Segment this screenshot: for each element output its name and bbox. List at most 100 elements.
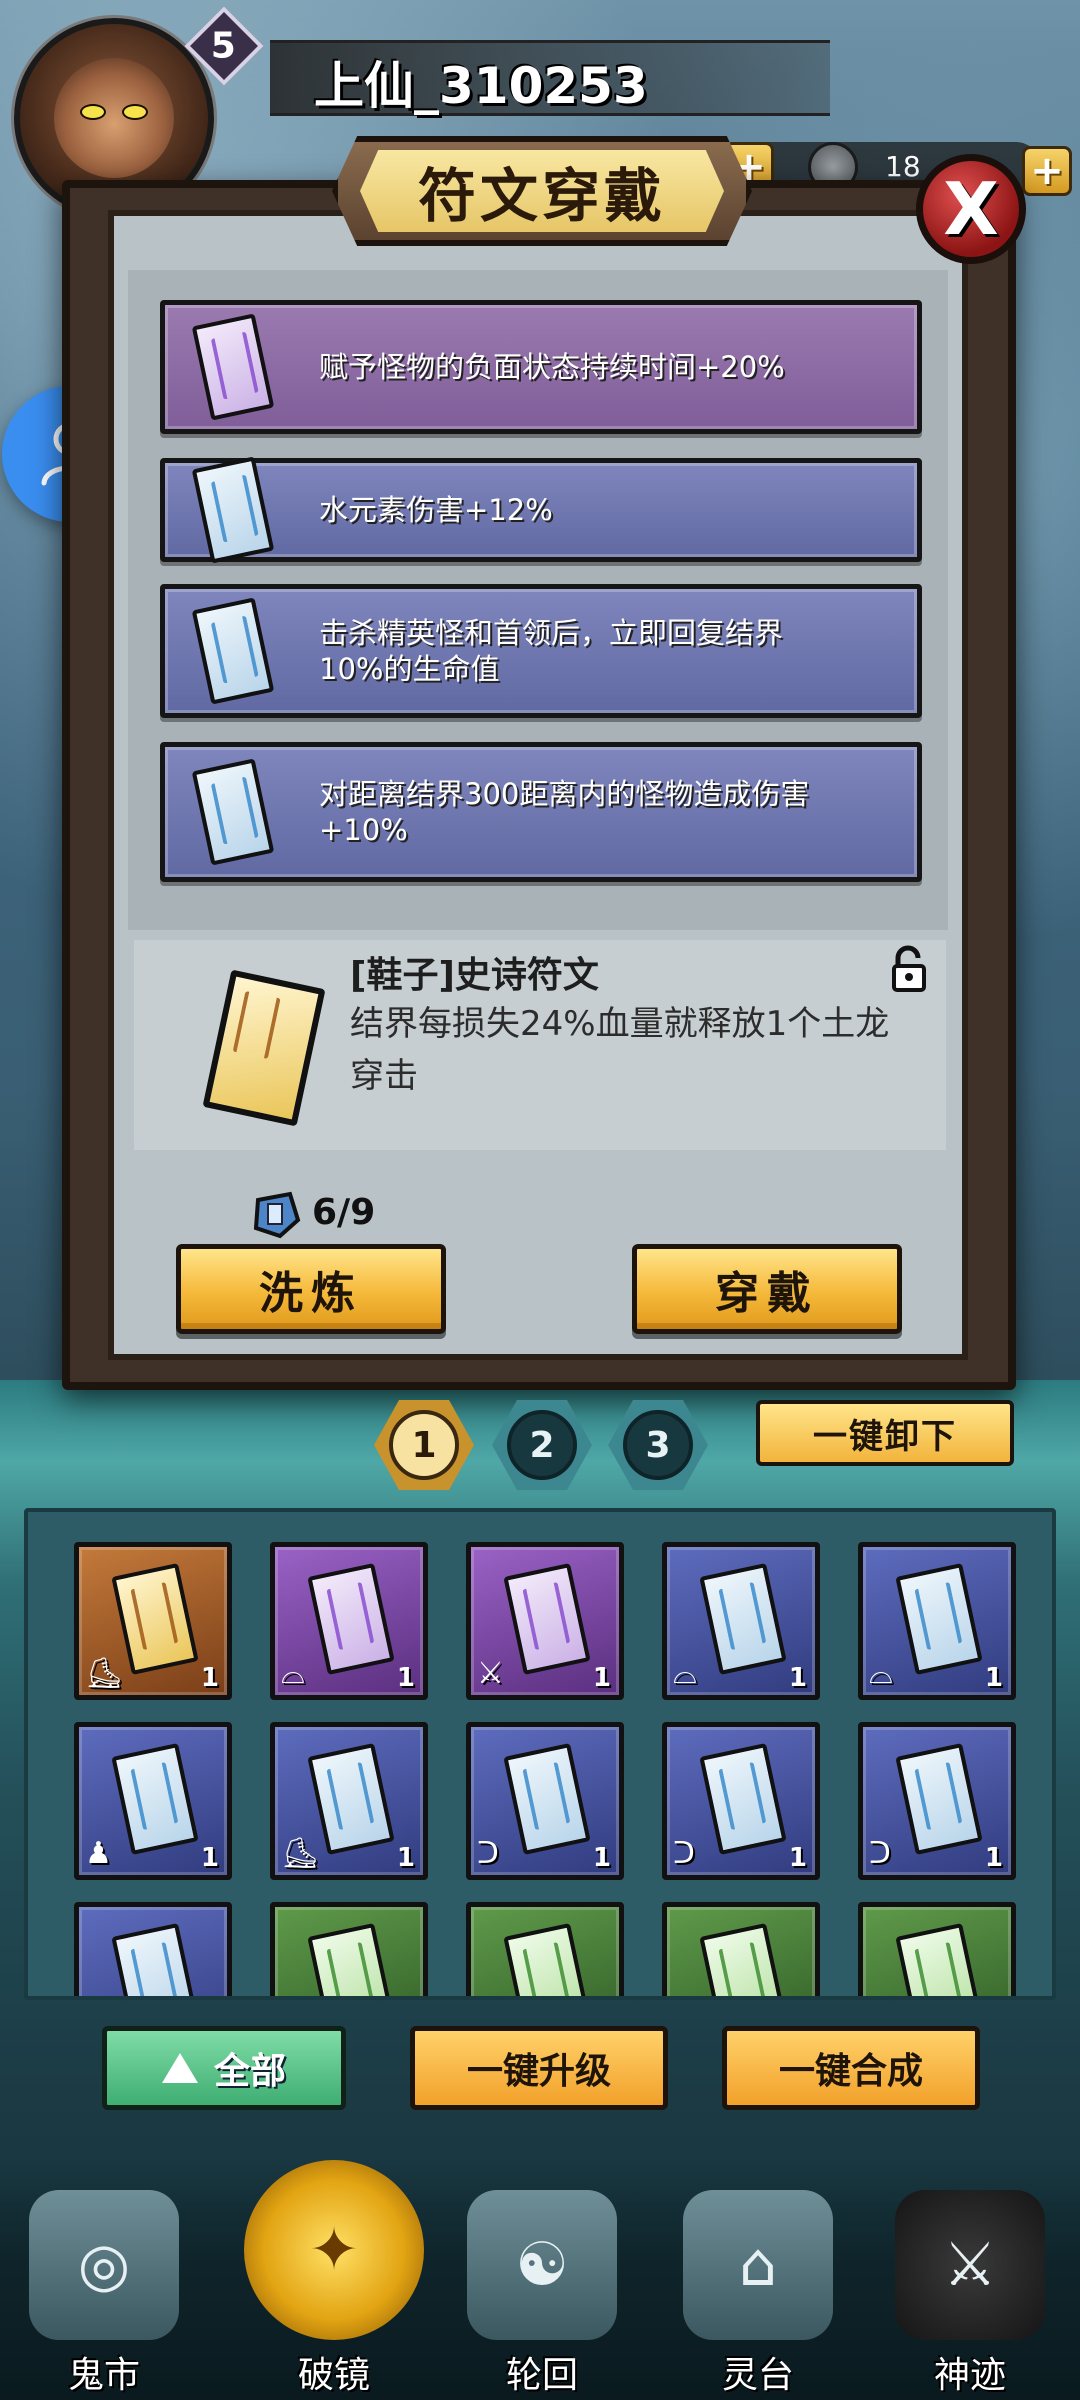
inventory-slot[interactable]	[74, 1902, 232, 1996]
hat-icon: ⌓	[869, 1656, 893, 1691]
blue-rune-icon	[895, 1743, 983, 1855]
inventory-slot[interactable]: ⛸ 1	[74, 1542, 232, 1700]
filter-all-button[interactable]: 全部	[102, 2026, 346, 2110]
resource-count: 18	[885, 150, 921, 183]
stat-row[interactable]: 对距离结界300距离内的怪物造成伤害+10%	[160, 742, 922, 882]
green-rune-icon	[699, 1923, 787, 1996]
nav-label: 神迹	[933, 2355, 1006, 2396]
merge-all-button[interactable]: 一键合成	[722, 2026, 980, 2110]
nav-item-break-mirror[interactable]: ✦ 破镜	[234, 2160, 434, 2400]
monkey-face-icon	[54, 58, 174, 178]
nav-item-miracle[interactable]: ⚔ 神迹	[870, 2190, 1070, 2400]
slot-count: 1	[396, 1663, 415, 1693]
purple-rune-icon	[307, 1563, 395, 1675]
nav-label: 破镜	[297, 2355, 370, 2396]
hat-icon: ⌓	[673, 1656, 697, 1691]
sword-icon: ⚔	[477, 1656, 504, 1691]
slot-count: 1	[788, 1843, 807, 1873]
tab-label: 2	[507, 1410, 577, 1480]
wash-count: 6/9	[312, 1192, 376, 1233]
nav-item-market[interactable]: ◎ 鬼市	[4, 2190, 204, 2400]
purple-rune-icon	[191, 313, 275, 421]
blue-rune-icon	[111, 1923, 199, 1996]
slot-count: 1	[200, 1843, 219, 1873]
unlock-icon[interactable]	[888, 942, 940, 994]
green-rune-icon	[503, 1923, 591, 1996]
boot-icon: ⛸	[281, 1836, 320, 1871]
boot-icon: ⛸	[85, 1656, 124, 1691]
nav-label: 鬼市	[67, 2355, 140, 2396]
blue-rune-icon	[503, 1743, 591, 1855]
blue-rune-icon	[111, 1743, 199, 1855]
nav-item-shrine[interactable]: ⌂ 灵台	[658, 2190, 858, 2400]
slot-count: 1	[984, 1843, 1003, 1873]
slot-count: 1	[788, 1663, 807, 1693]
nav-item-reincarnation[interactable]: ☯ 轮回	[442, 2190, 642, 2400]
shrine-icon: ⌂	[683, 2190, 833, 2340]
slot-count: 1	[592, 1843, 611, 1873]
hat-icon: ⌓	[281, 1656, 305, 1691]
add-resource-button-2[interactable]: +	[1022, 146, 1072, 196]
slot-count: 1	[592, 1663, 611, 1693]
tab-label: 1	[389, 1410, 459, 1480]
ring-icon: ᑐ	[869, 1836, 891, 1871]
inventory-slot[interactable]: ⌓ 1	[270, 1542, 428, 1700]
stat-text: 对距离结界300距离内的怪物造成伤害+10%	[319, 777, 810, 847]
break-mirror-icon: ✦	[244, 2160, 424, 2340]
inventory-slot[interactable]: ⛸ 1	[270, 1722, 428, 1880]
nav-label: 灵台	[721, 2355, 794, 2396]
stat-text: 水元素伤害+12%	[319, 493, 553, 527]
inventory-slot[interactable]: ᑐ1	[662, 1722, 820, 1880]
blue-rune-icon	[699, 1563, 787, 1675]
rune-title: [鞋子]史诗符文	[350, 955, 599, 996]
inventory-slot[interactable]: ⌓ 1	[662, 1542, 820, 1700]
nav-label: 轮回	[505, 2355, 578, 2396]
inventory-slot[interactable]	[858, 1902, 1016, 1996]
green-rune-icon	[307, 1923, 395, 1996]
purple-rune-icon	[503, 1563, 591, 1675]
blue-rune-icon	[307, 1743, 395, 1855]
unequip-all-button[interactable]: 一键卸下	[756, 1400, 1014, 1466]
inventory-slot[interactable]	[662, 1902, 820, 1996]
armor-icon: ♟	[85, 1836, 112, 1871]
stat-row[interactable]: 击杀精英怪和首领后，立即回复结界10%的生命值	[160, 584, 922, 718]
upgrade-all-button[interactable]: 一键升级	[410, 2026, 668, 2110]
inventory-slot[interactable]: ♟ 1	[74, 1722, 232, 1880]
inventory-slot[interactable]: ᑐ1	[466, 1722, 624, 1880]
inventory-panel: ⛸ 1 ⌓ 1 ⚔ 1 ⌓ 1 ⌓ 1 ♟ 1 ⛸ 1 ᑐ 1 ᑐ 1 ᑐ 1	[24, 1508, 1056, 2000]
wash-stone-icon	[253, 1191, 301, 1239]
inventory-slot[interactable]	[466, 1902, 624, 1996]
tab-label: 3	[623, 1410, 693, 1480]
stat-text: 击杀精英怪和首领后，立即回复结界10%的生命值	[319, 616, 784, 686]
stat-row[interactable]: 赋予怪物的负面状态持续时间+20%	[160, 300, 922, 434]
miracle-icon: ⚔	[895, 2190, 1045, 2340]
slot-count: 1	[984, 1663, 1003, 1693]
dialog-title: 符文穿戴	[360, 150, 724, 232]
inventory-slot[interactable]: ᑐ1	[858, 1722, 1016, 1880]
slot-count: 1	[396, 1843, 415, 1873]
market-icon: ◎	[29, 2190, 179, 2340]
triangle-up-icon	[161, 2053, 198, 2083]
green-rune-icon	[895, 1923, 983, 1996]
ring-icon: ᑐ	[673, 1836, 695, 1871]
close-button[interactable]: X	[916, 154, 1026, 264]
stat-text: 赋予怪物的负面状态持续时间+20%	[319, 350, 785, 384]
blue-rune-icon	[699, 1743, 787, 1855]
rune-description: 结界每损失24%血量就释放1个土龙穿击	[350, 1004, 890, 1096]
blue-rune-icon	[191, 597, 275, 705]
blue-rune-icon	[895, 1563, 983, 1675]
stat-row[interactable]: 水元素伤害+12%	[160, 456, 922, 564]
level-value: 5	[211, 25, 237, 67]
equip-button[interactable]: 穿戴	[632, 1244, 902, 1334]
blue-rune-icon	[191, 758, 275, 866]
gold-rune-icon	[111, 1563, 199, 1675]
filter-all-label: 全部	[213, 2051, 286, 2092]
blue-rune-icon	[191, 456, 275, 564]
yin-yang-icon: ☯	[467, 2190, 617, 2340]
inventory-slot[interactable]: ⚔ 1	[466, 1542, 624, 1700]
player-name: 上仙_310253	[314, 57, 648, 115]
slot-count: 1	[200, 1663, 219, 1693]
wash-button[interactable]: 洗炼	[176, 1244, 446, 1334]
inventory-slot[interactable]: ⌓ 1	[858, 1542, 1016, 1700]
inventory-slot[interactable]	[270, 1902, 428, 1996]
